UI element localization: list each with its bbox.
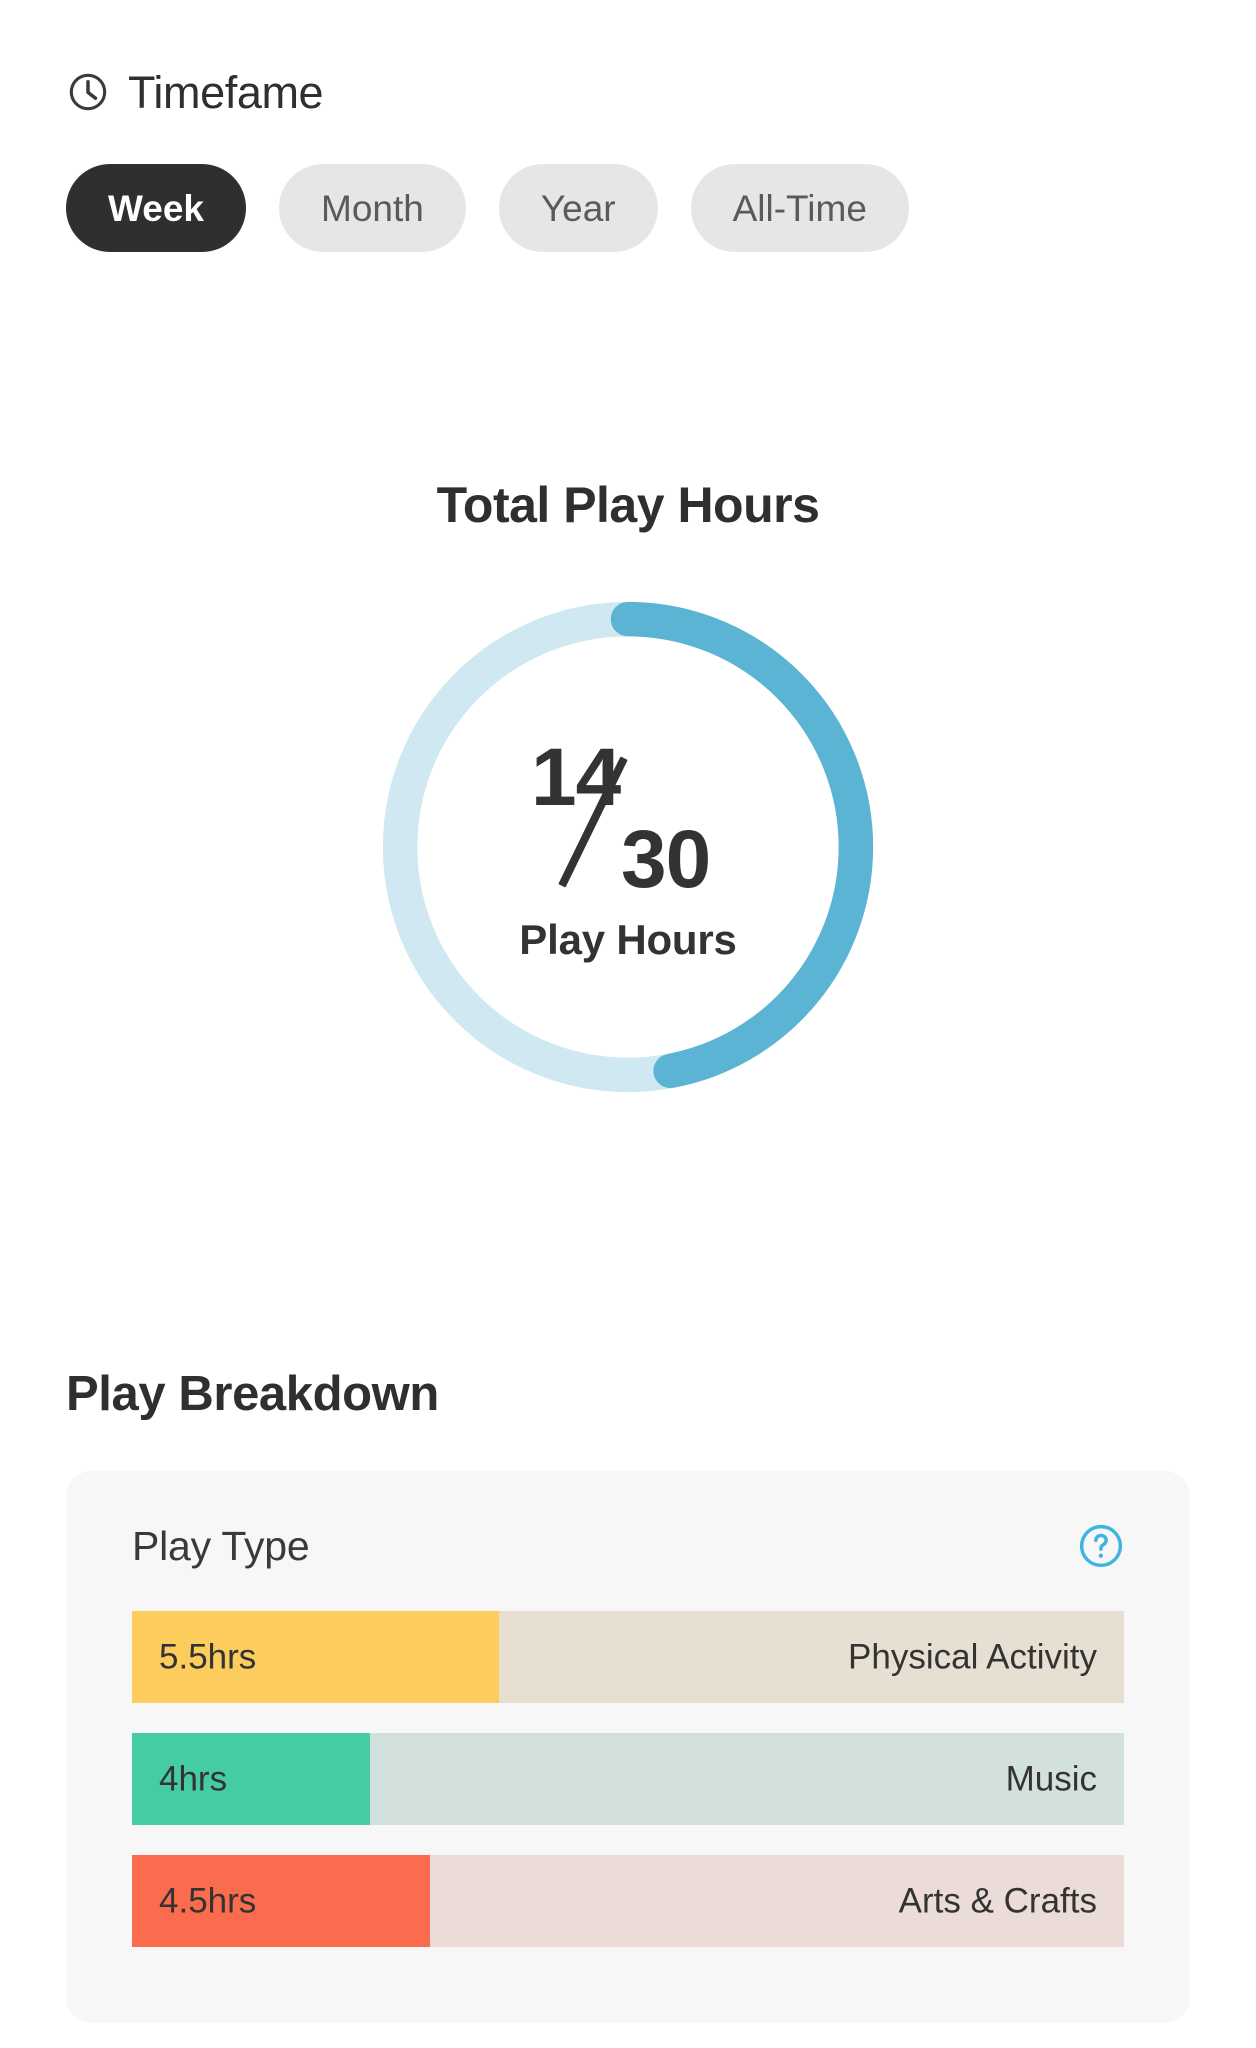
bar-category-label: Arts & Crafts bbox=[898, 1881, 1097, 1921]
clock-icon bbox=[69, 73, 107, 111]
timeframe-option-month[interactable]: Month bbox=[279, 164, 466, 252]
play-hours-unit-label: Play Hours bbox=[519, 916, 737, 963]
play-type-row-arts-and-crafts[interactable]: 4.5hrs Arts & Crafts bbox=[132, 1855, 1124, 1947]
play-type-card-header: Play Type bbox=[132, 1523, 1124, 1569]
play-hours-numerator: 14 bbox=[531, 732, 621, 823]
page-title: Timefame bbox=[128, 66, 324, 118]
play-type-row-physical-activity[interactable]: 5.5hrs Physical Activity bbox=[132, 1611, 1124, 1703]
play-hours-fraction: 14 30 bbox=[483, 733, 773, 913]
timeframe-option-year[interactable]: Year bbox=[498, 164, 658, 252]
total-play-hours-title: Total Play Hours bbox=[436, 477, 820, 533]
timeframe-section: Timefame Week Month Year All-Time bbox=[66, 62, 1186, 252]
timeframe-option-week[interactable]: Week bbox=[66, 164, 246, 252]
timeframe-option-all-time[interactable]: All-Time bbox=[690, 164, 909, 252]
donut-center-content: 14 30 Play Hours bbox=[363, 582, 893, 1112]
help-circle-icon[interactable] bbox=[1078, 1523, 1124, 1569]
play-breakdown-title: Play Breakdown bbox=[66, 1367, 439, 1421]
bar-value-label: 4hrs bbox=[159, 1759, 228, 1799]
bar-value-label: 5.5hrs bbox=[159, 1637, 257, 1677]
timeframe-header: Timefame bbox=[66, 62, 1186, 122]
play-hours-donut-chart: 14 30 Play Hours bbox=[363, 582, 893, 1112]
play-type-card: Play Type 5.5hrs Physical Activity 4hrs … bbox=[66, 1471, 1190, 2023]
timeframe-options: Week Month Year All-Time bbox=[66, 164, 1186, 252]
play-hours-denominator: 30 bbox=[621, 814, 711, 905]
play-stats-page: Timefame Week Month Year All-Time Total … bbox=[0, 0, 1256, 2048]
play-type-label: Play Type bbox=[132, 1522, 310, 1569]
bar-value-label: 4.5hrs bbox=[159, 1881, 257, 1921]
total-play-hours-section: Total Play Hours 14 30 Play Hours bbox=[0, 480, 1256, 1112]
play-type-row-music[interactable]: 4hrs Music bbox=[132, 1733, 1124, 1825]
play-breakdown-section: Play Breakdown Play Type 5.5hrs Physical… bbox=[0, 1370, 1256, 2023]
bar-category-label: Physical Activity bbox=[848, 1637, 1097, 1677]
bar-category-label: Music bbox=[1005, 1759, 1097, 1799]
